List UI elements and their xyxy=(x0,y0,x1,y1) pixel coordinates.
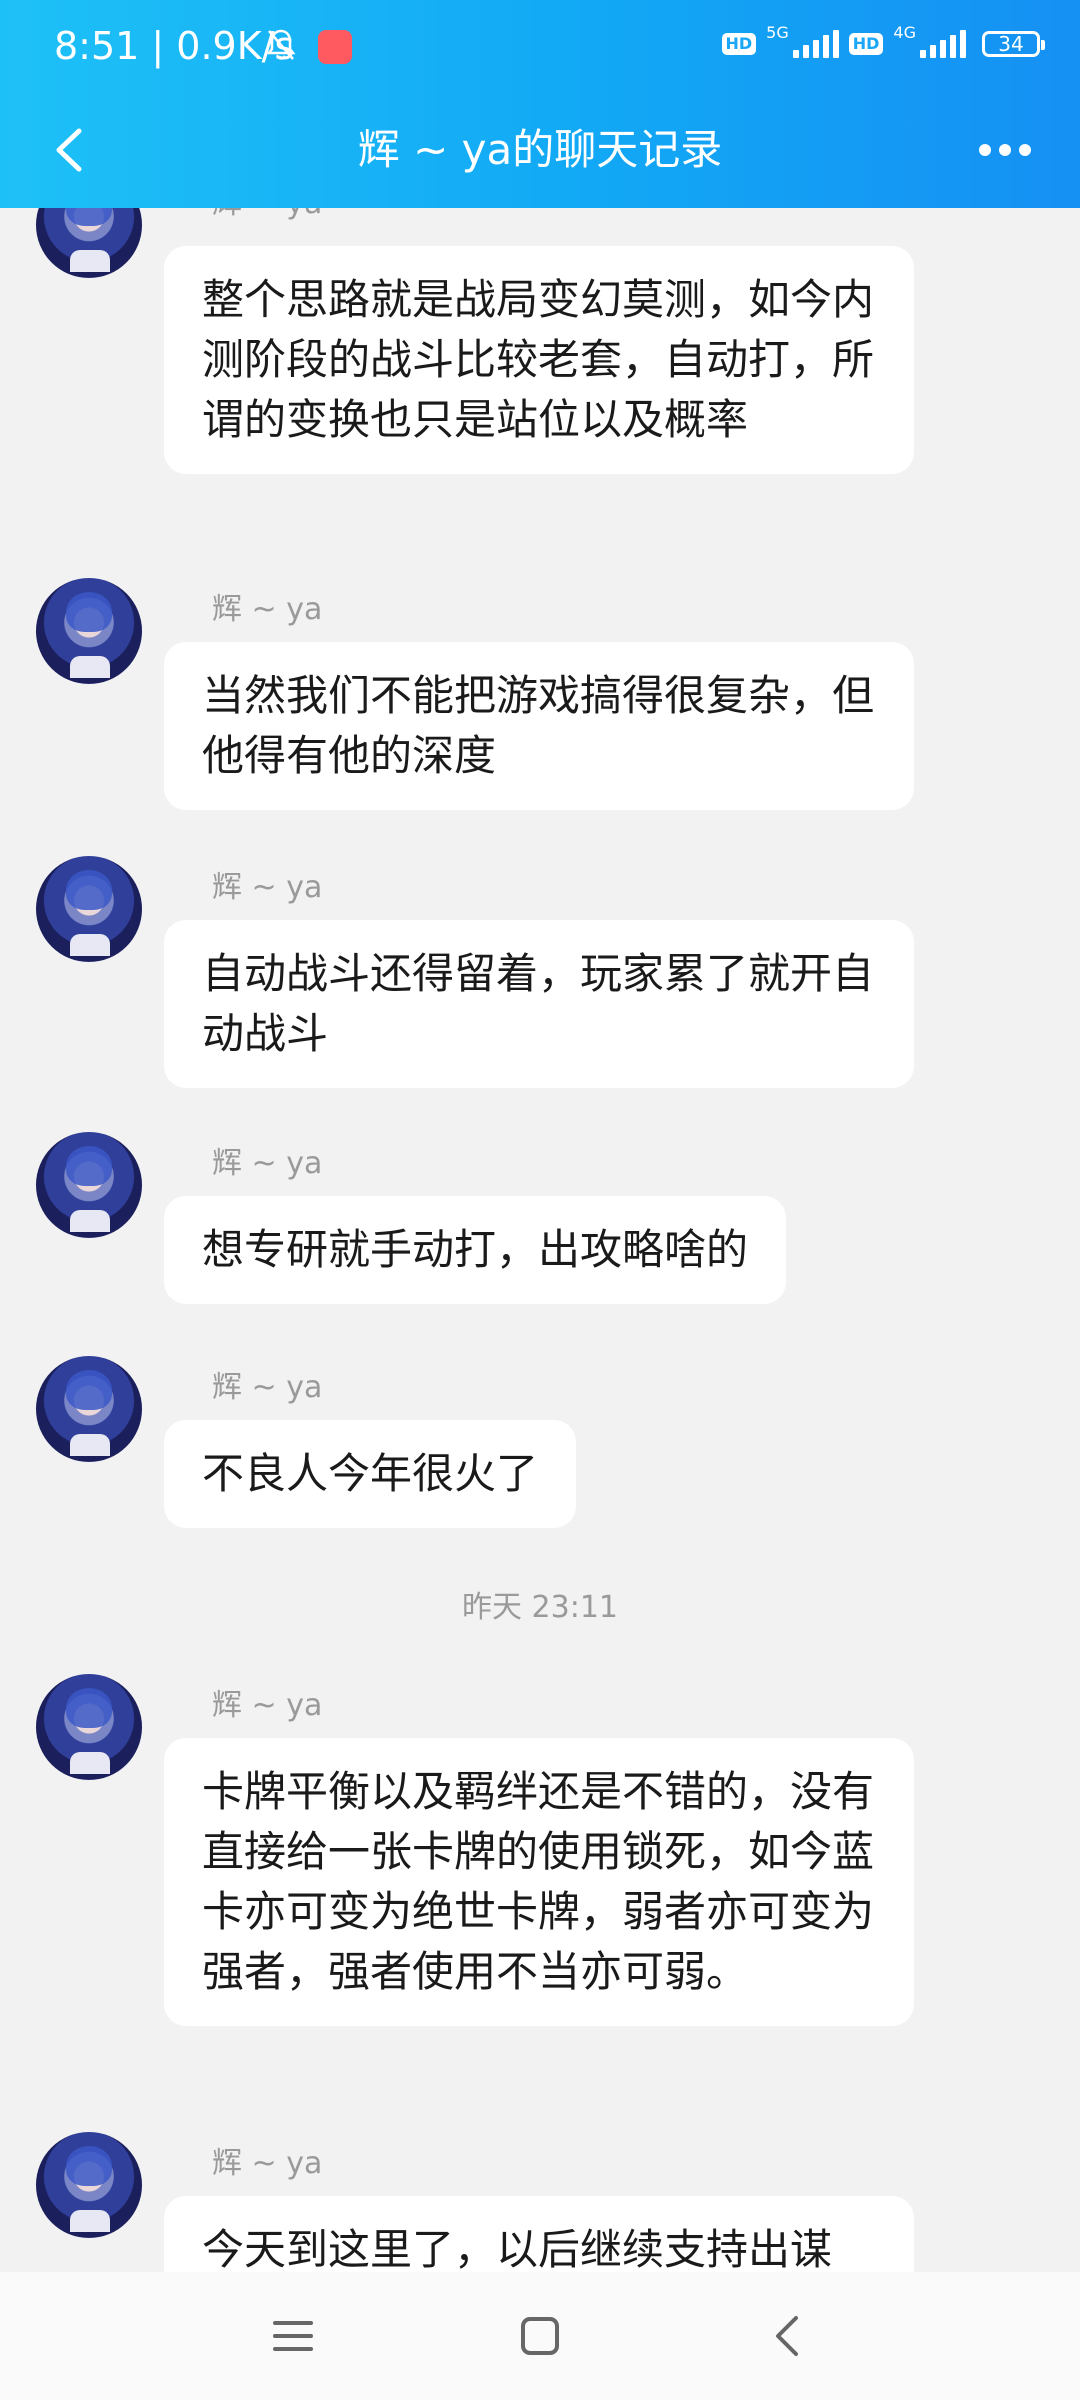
sender-name: 辉 ~ ya xyxy=(212,1688,323,1723)
avatar[interactable] xyxy=(36,2132,142,2238)
home-square-icon xyxy=(520,2317,559,2355)
message-bubble[interactable]: 今天到这里了，以后继续支持出谋 xyxy=(164,2196,914,2272)
message-bubble[interactable]: 卡牌平衡以及羁绊还是不错的，没有直接给一张卡牌的使用锁死，如今蓝卡亦可变为绝世卡… xyxy=(164,1738,914,2026)
status-time: 8:51 | 0.9K/s xyxy=(54,24,295,68)
dot-icon xyxy=(1019,144,1031,156)
signal-bars-icon xyxy=(792,30,839,58)
signal-bars-icon-2 xyxy=(920,30,966,58)
sender-name: 辉 ~ ya xyxy=(212,592,323,627)
page-title: 辉 ~ ya的聊天记录 xyxy=(357,125,723,174)
system-back-button[interactable] xyxy=(752,2301,822,2371)
home-button[interactable] xyxy=(505,2301,575,2371)
network-4g-label: 4G xyxy=(893,22,916,42)
network-5g-label: 5G xyxy=(766,22,789,42)
recent-apps-button[interactable] xyxy=(258,2301,328,2371)
status-indicators: HD 5G HD 4G 34 xyxy=(721,23,1045,58)
status-bar: 8:51 | 0.9K/s HD 5G HD 4G 34 xyxy=(0,0,1080,100)
message-bubble[interactable]: 不良人今年很火了 xyxy=(164,1420,577,1528)
sender-name: 辉 ~ ya xyxy=(212,870,323,905)
message-bubble[interactable]: 自动战斗还得留着，玩家累了就开自动战斗 xyxy=(164,920,914,1088)
back-arrow-icon xyxy=(775,2316,798,2356)
more-options-button[interactable] xyxy=(970,124,1040,176)
app-notification-icon xyxy=(318,30,352,64)
dot-icon xyxy=(999,144,1011,156)
avatar[interactable] xyxy=(36,856,142,962)
sender-name: 辉 ~ ya xyxy=(212,208,322,224)
time-divider: 昨天 23:11 xyxy=(462,1590,618,1625)
dot-icon xyxy=(979,144,991,156)
sender-name: 辉 ~ ya xyxy=(212,1370,323,1405)
sender-name: 辉 ~ ya xyxy=(212,2146,323,2181)
avatar[interactable] xyxy=(36,208,142,278)
message-bubble[interactable]: 整个思路就是战局变幻莫测，如今内测阶段的战斗比较老套，自动打，所谓的变换也只是站… xyxy=(164,246,914,474)
message-bubble[interactable]: 想专研就手动打，出攻略啥的 xyxy=(164,1196,787,1304)
sender-name: 辉 ~ ya xyxy=(212,1146,323,1181)
menu-icon xyxy=(273,2321,314,2351)
chat-history[interactable]: 辉 ~ ya 整个思路就是战局变幻莫测，如今内测阶段的战斗比较老套，自动打，所谓… xyxy=(0,208,1080,2272)
hd-badge: HD xyxy=(721,33,757,55)
system-navigation-bar xyxy=(0,2272,1080,2400)
avatar[interactable] xyxy=(36,1674,142,1780)
nav-bar: 辉 ~ ya的聊天记录 xyxy=(0,100,1080,208)
message-bubble[interactable]: 当然我们不能把游戏搞得很复杂，但他得有他的深度 xyxy=(164,642,914,810)
battery-level: 34 xyxy=(998,32,1024,56)
avatar[interactable] xyxy=(36,578,142,684)
hd-badge-2: HD xyxy=(848,33,884,55)
avatar[interactable] xyxy=(36,1132,142,1238)
top-bar: 8:51 | 0.9K/s HD 5G HD 4G 34 辉 ~ ya的聊天记录 xyxy=(0,0,1080,208)
mute-bell-icon xyxy=(266,28,296,66)
battery-icon: 34 xyxy=(982,31,1045,57)
avatar[interactable] xyxy=(36,1356,142,1462)
